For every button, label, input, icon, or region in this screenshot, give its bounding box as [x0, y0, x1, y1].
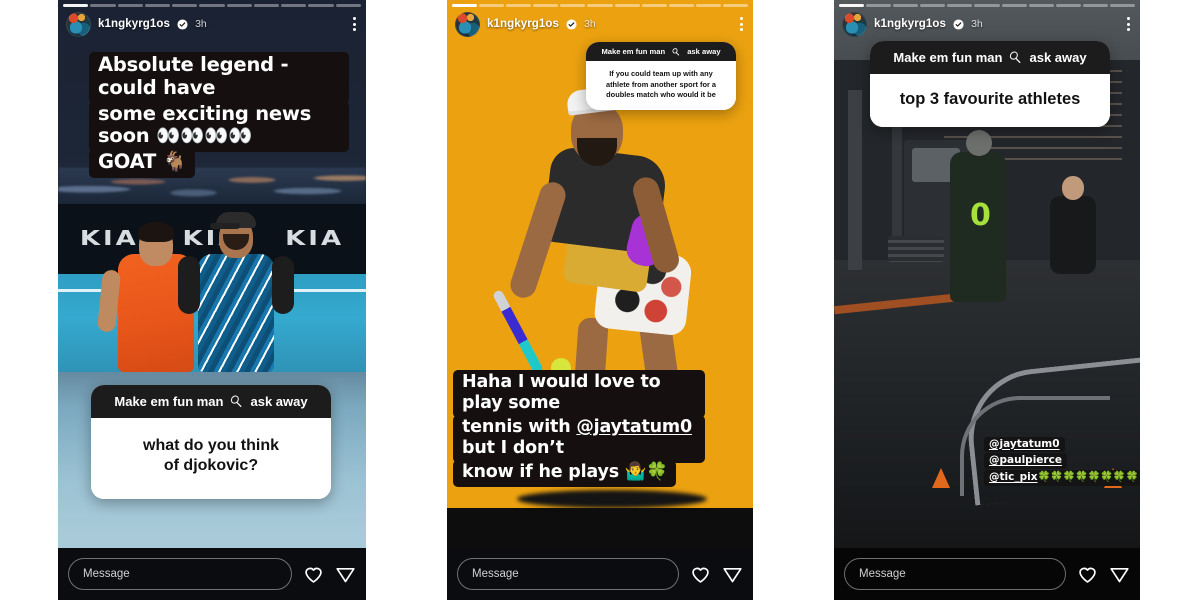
heart-icon[interactable] — [1077, 564, 1098, 585]
answer-line: what do you think — [143, 437, 279, 454]
profile-avatar[interactable] — [455, 11, 480, 37]
story-3-header: k1ngkyrg1os 3h — [842, 10, 1132, 38]
story-progress-bar[interactable] — [63, 4, 361, 7]
tennis-racket-icon — [1010, 51, 1021, 64]
question-prompt-right: ask away — [687, 47, 721, 56]
question-sticker-answer[interactable]: what do you think of djokovic? — [91, 418, 331, 499]
kebab-menu-icon[interactable] — [1125, 13, 1132, 35]
caption-line: GOAT 🐐 — [89, 149, 195, 179]
mentions-list: @jaytatum0 @paulpierce @tic_pix🍀🍀🍀🍀🍀🍀🍀🍀 — [984, 436, 1140, 486]
paper-plane-icon[interactable] — [722, 564, 743, 585]
story-panel-1[interactable]: KIA KIA KIA k1ngkyrg1os 3h Absolute lege… — [58, 0, 366, 600]
verified-badge-icon — [177, 18, 188, 30]
answer-line: of djokovic? — [163, 457, 259, 475]
story-1-bottom-fade — [58, 508, 366, 548]
message-input[interactable]: Message — [457, 558, 679, 590]
sponsor-logo: KIA — [285, 227, 345, 251]
tennis-player-right — [178, 210, 294, 372]
account-username[interactable]: k1ngkyrg1os — [98, 18, 170, 30]
story-2-footer: Message — [447, 548, 753, 600]
question-sticker[interactable]: Make em fun man ask away If you could te… — [586, 42, 736, 110]
story-1-caption: Absolute legend - could have some exciti… — [89, 52, 349, 179]
answer-line: athlete from another sport for a — [605, 79, 717, 89]
story-2-caption: Haha I would love to play some tennis wi… — [453, 370, 705, 487]
question-prompt-right: ask away — [250, 394, 308, 409]
mention-link[interactable]: @tic_pix — [989, 471, 1037, 483]
mention-link[interactable]: @jaytatum0 — [989, 438, 1060, 450]
heart-icon[interactable] — [303, 564, 324, 585]
question-sticker[interactable]: Make em fun man ask away top 3 favourite… — [870, 41, 1110, 127]
kebab-menu-icon[interactable] — [351, 13, 358, 35]
verified-badge-icon — [953, 18, 964, 30]
account-username[interactable]: k1ngkyrg1os — [487, 18, 559, 30]
question-prompt-left: Make em fun man — [114, 394, 224, 409]
story-3-media[interactable]: 0 k1ngkyrg1os 3h Make em fun man ask awa… — [834, 0, 1140, 548]
story-timestamp: 3h — [971, 18, 983, 30]
question-sticker-header: Make em fun man ask away — [91, 385, 331, 418]
mention-link[interactable]: @paulpierce — [989, 454, 1062, 466]
story-1-photo: KIA KIA KIA — [58, 167, 366, 372]
story-timestamp: 3h — [584, 18, 596, 30]
mention-link[interactable]: @jaytatum0 — [576, 417, 692, 437]
story-1-footer: Message — [58, 548, 366, 600]
tennis-racket-icon — [231, 395, 242, 408]
question-prompt-left: Make em fun man — [893, 50, 1003, 65]
profile-avatar[interactable] — [842, 11, 867, 37]
caption-line: some exciting news soon 👀👀👀👀 — [89, 100, 349, 153]
mention-item[interactable]: @tic_pix🍀🍀🍀🍀🍀🍀🍀🍀 — [984, 470, 1140, 486]
heart-icon[interactable] — [690, 564, 711, 585]
tennis-racket-icon — [672, 47, 680, 55]
account-username[interactable]: k1ngkyrg1os — [874, 18, 946, 30]
message-placeholder: Message — [859, 568, 906, 580]
story-2-media[interactable]: k1ngkyrg1os 3h Make em fun man ask away — [447, 0, 753, 548]
kebab-menu-icon[interactable] — [738, 13, 745, 35]
caption-line: Absolute legend - could have — [89, 52, 349, 104]
paper-plane-icon[interactable] — [1109, 564, 1130, 585]
story-1-media[interactable]: KIA KIA KIA k1ngkyrg1os 3h Absolute lege… — [58, 0, 366, 548]
question-prompt-right: ask away — [1029, 50, 1087, 65]
story-3-footer: Message — [834, 548, 1140, 600]
answer-line: If you could team up with any — [609, 69, 713, 78]
story-timestamp: 3h — [195, 18, 207, 30]
story-panel-2[interactable]: k1ngkyrg1os 3h Make em fun man ask away — [447, 0, 753, 600]
question-sticker-answer[interactable]: top 3 favourite athletes — [870, 74, 1110, 127]
message-input[interactable]: Message — [844, 558, 1066, 590]
caption-line-with-mention[interactable]: tennis with @jaytatum0 but I don’t — [453, 415, 705, 463]
story-progress-bar[interactable] — [839, 4, 1136, 7]
question-sticker-answer[interactable]: If you could team up with any athlete fr… — [586, 61, 736, 110]
question-prompt-left: Make em fun man — [601, 47, 666, 56]
verified-badge-icon — [566, 18, 577, 30]
mention-item[interactable]: @paulpierce — [984, 453, 1067, 470]
story-2-header: k1ngkyrg1os 3h — [455, 10, 745, 38]
story-1-header: k1ngkyrg1os 3h — [66, 10, 358, 38]
question-sticker[interactable]: Make em fun man ask away what do you thi… — [91, 385, 331, 499]
caption-line: know if he plays 🤷‍♂️🍀 — [453, 460, 676, 487]
clover-emojis: 🍀🍀🍀🍀🍀🍀🍀🍀 — [1037, 471, 1139, 484]
screenshot-canvas: KIA KIA KIA k1ngkyrg1os 3h Absolute lege… — [0, 0, 1200, 600]
message-placeholder: Message — [83, 568, 130, 580]
message-placeholder: Message — [472, 568, 519, 580]
story-progress-bar[interactable] — [452, 4, 749, 7]
paper-plane-icon[interactable] — [335, 564, 356, 585]
question-sticker-header: Make em fun man ask away — [870, 41, 1110, 74]
profile-avatar[interactable] — [66, 11, 91, 37]
caption-line: Haha I would love to play some — [453, 370, 705, 418]
mention-item[interactable]: @jaytatum0 — [984, 436, 1065, 453]
question-sticker-header: Make em fun man ask away — [586, 42, 736, 61]
answer-line: top 3 favourite athletes — [899, 90, 1081, 108]
message-input[interactable]: Message — [68, 558, 292, 590]
story-panel-3[interactable]: 0 k1ngkyrg1os 3h Make em fun man ask awa… — [834, 0, 1140, 600]
answer-line: doubles match who would it be — [606, 90, 716, 100]
